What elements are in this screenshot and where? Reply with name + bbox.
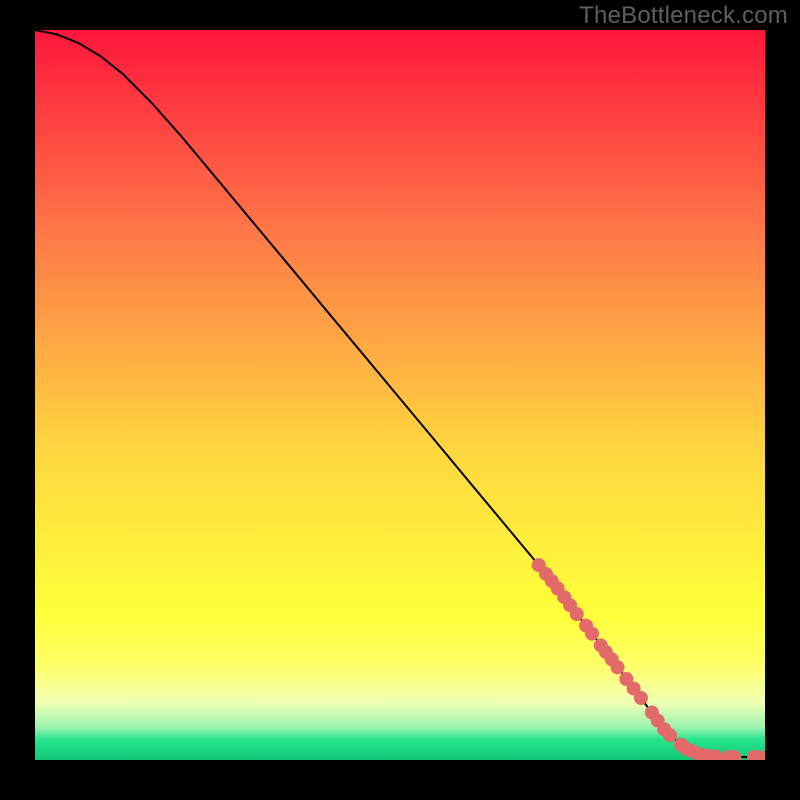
data-marker — [634, 691, 648, 705]
data-marker — [611, 660, 625, 674]
watermark-text: TheBottleneck.com — [579, 2, 788, 30]
data-marker — [570, 607, 584, 621]
gradient-background — [35, 30, 765, 760]
data-marker — [663, 728, 677, 742]
plot-area — [35, 30, 765, 760]
data-marker — [585, 627, 599, 641]
chart-svg — [35, 30, 765, 760]
chart-frame: TheBottleneck.com — [0, 0, 800, 800]
